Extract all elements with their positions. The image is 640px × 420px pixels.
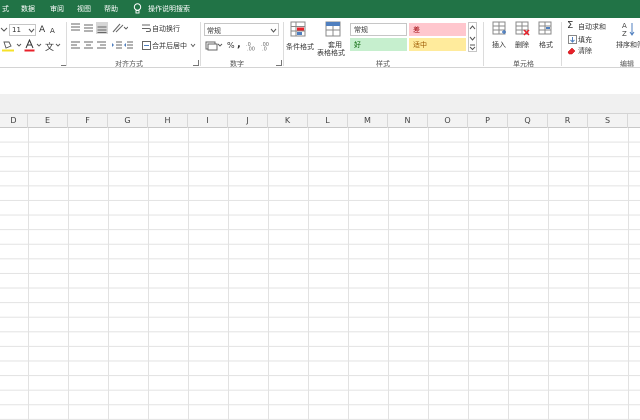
- column-header-i[interactable]: I: [188, 114, 228, 128]
- column-header-k[interactable]: K: [268, 114, 308, 128]
- group-separator: [66, 22, 67, 66]
- chevron-down-icon[interactable]: [55, 41, 61, 49]
- format-cells-button[interactable]: 格式: [539, 40, 553, 50]
- indent-icons[interactable]: [112, 40, 136, 50]
- orientation-icon[interactable]: [112, 23, 128, 33]
- column-header-r[interactable]: R: [548, 114, 588, 128]
- chevron-down-icon: [270, 28, 277, 33]
- merge-center-button[interactable]: 合并后居中: [152, 41, 187, 51]
- font-size-field[interactable]: 11: [9, 24, 36, 36]
- conditional-formatting-icon[interactable]: [290, 21, 308, 39]
- wrap-text-button[interactable]: 自动换行: [152, 24, 180, 34]
- tab-formulas[interactable]: 式: [2, 0, 9, 18]
- ribbon-bottom-gap: [0, 68, 640, 94]
- clear-button[interactable]: 清除: [578, 46, 592, 56]
- fill-button[interactable]: 填充: [578, 35, 592, 45]
- style-good[interactable]: 好: [350, 38, 407, 51]
- style-good-label: 好: [354, 41, 361, 49]
- column-header-g[interactable]: G: [108, 114, 148, 128]
- horizontal-align-icons[interactable]: [70, 40, 110, 50]
- formula-bar[interactable]: [0, 94, 640, 114]
- vertical-align-icons[interactable]: [70, 22, 110, 34]
- column-header-h[interactable]: H: [148, 114, 188, 128]
- fill-down-icon: [568, 35, 577, 44]
- number-format-value: 常规: [207, 27, 221, 35]
- column-header-p[interactable]: P: [468, 114, 508, 128]
- chevron-down-icon[interactable]: [190, 42, 196, 49]
- fill-color-icon[interactable]: [1, 40, 15, 52]
- format-as-table-label-line2[interactable]: 表格格式: [317, 48, 345, 58]
- decimal-places-icons[interactable]: .0 .00 .00 .0: [246, 40, 276, 51]
- decrease-font-button[interactable]: A: [50, 27, 55, 35]
- chevron-down-icon[interactable]: [36, 41, 42, 49]
- font-color-icon[interactable]: [24, 39, 35, 52]
- font-name-dropdown-arrow[interactable]: [0, 25, 8, 34]
- sort-filter-icon[interactable]: A Z: [622, 21, 638, 37]
- style-normal[interactable]: 常规: [350, 23, 407, 36]
- style-neutral[interactable]: 适中: [409, 38, 466, 51]
- column-header-e[interactable]: E: [28, 114, 68, 128]
- svg-text:.0: .0: [262, 47, 267, 52]
- style-bad-label: 差: [413, 26, 420, 34]
- styles-gallery-scroll[interactable]: [468, 22, 477, 52]
- sigma-icon: Σ: [567, 20, 574, 31]
- column-header-o[interactable]: O: [428, 114, 468, 128]
- delete-cells-icon[interactable]: [515, 21, 531, 37]
- eraser-icon: [567, 47, 576, 55]
- excel-window: 式 数据 审阅 视图 帮助 操作说明搜索 11 A A 文 自动换行 合并后居中…: [0, 0, 640, 420]
- wrap-text-icon: [142, 24, 151, 32]
- column-header-f[interactable]: F: [68, 114, 108, 128]
- alignment-dialog-launcher[interactable]: [193, 60, 199, 66]
- svg-text:A: A: [622, 22, 627, 30]
- tab-review[interactable]: 审阅: [50, 0, 64, 18]
- style-neutral-label: 适中: [413, 41, 427, 49]
- merge-center-icon: [142, 41, 151, 50]
- svg-text:Z: Z: [622, 30, 627, 37]
- accounting-format-icon[interactable]: [205, 40, 223, 51]
- column-header-j[interactable]: J: [228, 114, 268, 128]
- ribbon-tab-bar: 式 数据 审阅 视图 帮助 操作说明搜索: [0, 0, 640, 18]
- tab-help[interactable]: 帮助: [104, 0, 118, 18]
- column-header-m[interactable]: M: [348, 114, 388, 128]
- group-separator: [200, 22, 201, 66]
- column-header-d[interactable]: D: [0, 114, 28, 128]
- format-cells-icon[interactable]: [538, 21, 554, 37]
- lightbulb-icon: [133, 3, 142, 14]
- comma-style-button[interactable]: ,: [237, 39, 241, 50]
- svg-text:.00: .00: [247, 47, 255, 52]
- insert-cells-button[interactable]: 插入: [492, 40, 506, 50]
- phonetic-guide-button[interactable]: 文: [45, 40, 54, 53]
- group-separator: [483, 22, 484, 66]
- font-size-value: 11: [12, 26, 21, 34]
- group-separator: [283, 22, 284, 66]
- number-dialog-launcher[interactable]: [276, 60, 282, 66]
- insert-cells-icon[interactable]: [492, 21, 508, 37]
- number-format-dropdown[interactable]: 常规: [204, 23, 279, 36]
- sort-filter-button[interactable]: 排序和筛: [616, 40, 640, 50]
- tell-me-search[interactable]: 操作说明搜索: [148, 0, 190, 18]
- format-as-table-icon[interactable]: [325, 21, 343, 39]
- chevron-down-icon: [28, 28, 35, 33]
- column-header-row: D E F G H I J K L M N O P Q R S: [0, 114, 640, 128]
- column-header-n[interactable]: N: [388, 114, 428, 128]
- tab-view[interactable]: 视图: [77, 0, 91, 18]
- chevron-down-icon[interactable]: [16, 41, 22, 49]
- style-bad[interactable]: 差: [409, 23, 466, 36]
- column-header-s[interactable]: S: [588, 114, 628, 128]
- conditional-formatting-button[interactable]: 条件格式: [286, 42, 314, 52]
- increase-font-button[interactable]: A: [39, 25, 45, 35]
- column-header-q[interactable]: Q: [508, 114, 548, 128]
- tab-data[interactable]: 数据: [21, 0, 35, 18]
- group-separator: [561, 22, 562, 66]
- autosum-button[interactable]: 自动求和: [578, 22, 606, 32]
- delete-cells-button[interactable]: 删除: [515, 40, 529, 50]
- percent-style-button[interactable]: %: [227, 41, 235, 50]
- cell-grid[interactable]: [0, 128, 640, 420]
- style-normal-label: 常规: [354, 26, 368, 34]
- column-header-l[interactable]: L: [308, 114, 348, 128]
